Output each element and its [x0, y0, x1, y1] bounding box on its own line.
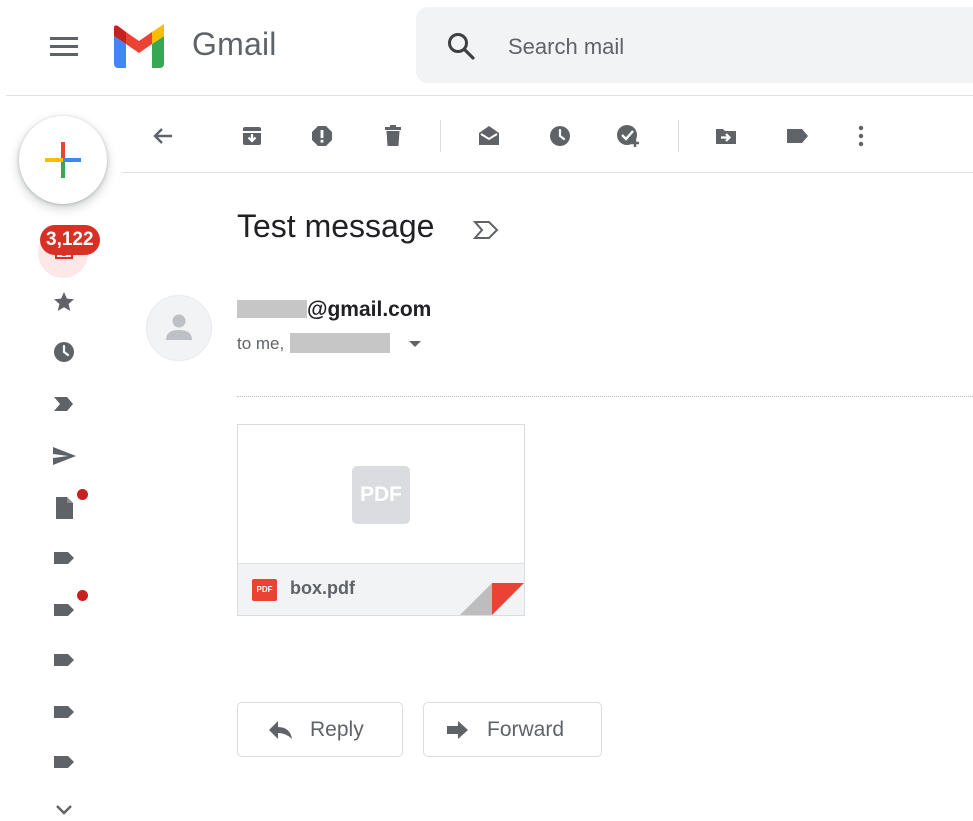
compose-plus-icon [45, 142, 81, 178]
recipients-prefix: to me, [237, 334, 285, 353]
attachment-filename: box.pdf [290, 578, 355, 598]
message-subject: Test message [237, 208, 435, 244]
sender-avatar[interactable] [146, 295, 212, 361]
important-label-icon[interactable] [46, 386, 82, 422]
reply-button[interactable]: Reply [237, 702, 403, 757]
more-vert-icon[interactable] [841, 116, 881, 156]
attachment-card[interactable]: PDF PDF box.pdf [237, 424, 525, 616]
label-icon[interactable] [777, 116, 817, 156]
label-icon[interactable] [46, 744, 82, 780]
back-icon[interactable] [143, 116, 183, 156]
starred-icon[interactable] [46, 284, 82, 320]
label-icon[interactable] [46, 694, 82, 730]
sent-icon[interactable] [46, 438, 82, 474]
forward-label: Forward [487, 718, 565, 741]
delete-icon[interactable] [373, 116, 413, 156]
gmail-brand-text: Gmail [192, 26, 277, 62]
toolbar-separator [678, 120, 679, 152]
add-task-icon[interactable] [608, 116, 648, 156]
recipients-dropdown-icon[interactable] [405, 336, 425, 352]
archive-icon[interactable] [232, 116, 272, 156]
person-icon [166, 314, 192, 340]
forward-icon [447, 721, 468, 739]
pdf-preview-icon: PDF [352, 466, 410, 524]
pdf-file-icon: PDF [252, 579, 277, 601]
search-icon[interactable] [446, 31, 476, 61]
search-bar[interactable] [416, 7, 973, 83]
gmail-logo-icon[interactable] [110, 24, 168, 68]
drafts-notification-dot [77, 489, 88, 500]
redacted-recipient [290, 333, 391, 353]
reply-icon [269, 721, 292, 739]
redacted-sender-name [237, 300, 307, 318]
toolbar-separator [440, 120, 441, 152]
label-notification-dot [77, 590, 88, 601]
reply-label: Reply [310, 718, 364, 741]
search-input[interactable] [506, 27, 930, 67]
recipients-line: to me, [237, 333, 391, 354]
important-marker-icon[interactable] [472, 216, 500, 244]
mark-unread-icon[interactable] [469, 116, 509, 156]
chevron-down-icon[interactable] [46, 796, 82, 818]
compose-button[interactable] [19, 116, 107, 204]
move-to-icon[interactable] [706, 116, 746, 156]
top-bar: Gmail [0, 0, 973, 96]
main-menu-icon[interactable] [47, 33, 81, 61]
toolbar-divider [122, 172, 973, 173]
header-divider [6, 95, 973, 96]
forward-button[interactable]: Forward [423, 702, 602, 757]
label-icon[interactable] [46, 540, 82, 576]
report-spam-icon[interactable] [302, 116, 342, 156]
attachment-corner-fold-icon [460, 583, 524, 615]
label-icon[interactable] [46, 642, 82, 678]
inbox-unread-badge: 3,122 [40, 225, 100, 255]
snoozed-clock-icon[interactable] [46, 334, 82, 370]
sender-address[interactable]: @gmail.com [237, 298, 431, 322]
sender-domain: @gmail.com [307, 298, 432, 321]
attachment-preview: PDF [238, 425, 524, 564]
snooze-icon[interactable] [540, 116, 580, 156]
message-body-divider [237, 396, 973, 397]
